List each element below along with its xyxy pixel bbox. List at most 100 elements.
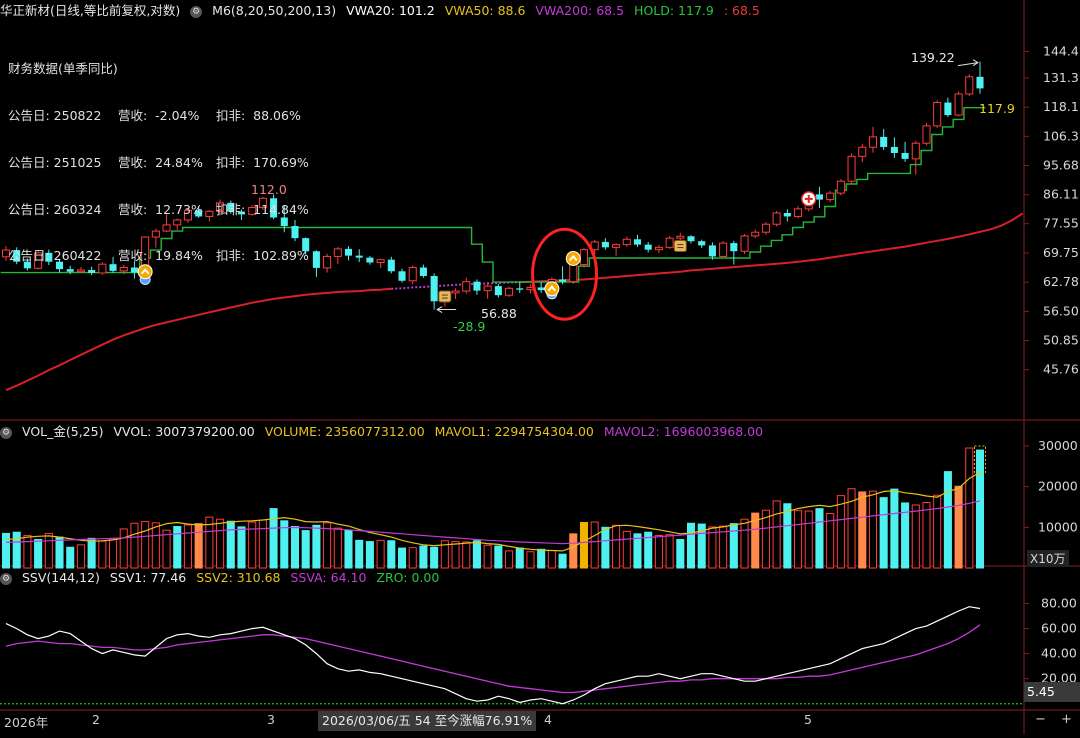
zoom-in-button[interactable]: + — [1061, 712, 1072, 727]
ssv-name[interactable]: SSV(144,12) — [22, 570, 100, 585]
volume-bar — [365, 541, 374, 569]
time-label-year: 2026年 — [4, 715, 49, 730]
zoom-out-button[interactable]: − — [1035, 712, 1046, 727]
candle-body — [911, 142, 920, 160]
vol-name[interactable]: VOL_金(5,25) — [22, 424, 103, 439]
financials-row: 公告日: 260422 营收: 19.84% 扣非: 102.89% — [8, 248, 309, 264]
candle-body — [387, 259, 395, 272]
candle-body — [665, 237, 674, 248]
volume-bar — [505, 550, 514, 569]
volume-bar — [333, 527, 342, 569]
candle-body — [698, 241, 706, 246]
volume-bar — [55, 536, 64, 569]
price-tick-label: 56.50 — [1043, 303, 1079, 318]
candle-body — [880, 136, 888, 147]
volume-bar — [162, 529, 171, 569]
financials-row: 公告日: 251025 营收: 24.84% 扣非: 170.69% — [8, 154, 309, 170]
chart-stage: 144.4 131.3 118.1 106.3 95.68 86.11 77.55 69.75… — [0, 0, 1080, 734]
volume-bar — [579, 521, 589, 569]
volume-value: VOLUME: 2356077312.00 — [264, 424, 425, 439]
volume-bar — [301, 530, 310, 569]
volume-unit: X10万 — [1027, 550, 1069, 567]
volume-bar — [44, 532, 53, 569]
volume-bar — [130, 522, 139, 569]
volume-bar — [151, 522, 160, 569]
ssv-tick-label: 60.00 — [1041, 621, 1077, 636]
volume-bar — [226, 520, 235, 569]
candle-body — [430, 275, 438, 302]
candle-body — [890, 146, 898, 153]
hold-value: HOLD: 117.9 — [634, 3, 714, 18]
volume-bar — [590, 521, 599, 569]
volume-bar — [397, 547, 407, 569]
financials-row: 公告日: 260324 营收: 12.73% 扣非: 114.84% — [8, 201, 309, 217]
volume-bar — [387, 540, 396, 569]
candle-body — [408, 266, 417, 282]
volume-bar — [494, 545, 503, 569]
price-tick-label: 95.68 — [1043, 158, 1079, 173]
price-tick-label: 86.11 — [1043, 187, 1079, 202]
vwa200-value: VWA200: 68.5 — [535, 3, 625, 18]
financials-panel: 财务数据(单季同比) 公告日: 250822 营收: -2.04% 扣非: 88.0… — [8, 30, 309, 280]
settings-icon[interactable]: ⚙ — [190, 5, 203, 18]
price-tick-label: 62.78 — [1043, 274, 1079, 289]
candle-body — [836, 180, 845, 194]
ssv-tick-label: 80.00 — [1041, 596, 1077, 611]
hold-extra: : 68.5 — [723, 3, 760, 18]
volume-bar — [483, 544, 492, 569]
volume-bar — [761, 509, 770, 569]
volume-bar — [911, 504, 920, 569]
candle-body — [815, 194, 823, 200]
volume-bar — [526, 551, 535, 569]
volume-bar — [686, 522, 696, 569]
peak-mid-label: 112.0 — [251, 182, 287, 197]
candle-body — [633, 239, 642, 245]
ssv1-value: SSV1: 77.46 — [109, 570, 187, 585]
buy-arrow-icon — [565, 250, 581, 266]
highlight-circle — [531, 227, 599, 321]
volume-bar — [12, 531, 21, 569]
price-tick-label: 118.1 — [1043, 99, 1079, 114]
volume-bar — [34, 539, 43, 569]
candle-body — [516, 288, 524, 290]
note-icon — [438, 290, 452, 303]
vwa50-value: VWA50: 88.6 — [444, 3, 526, 18]
volume-bar — [975, 449, 985, 569]
volume-bar — [868, 490, 877, 569]
candle-body — [333, 248, 342, 257]
settings-icon[interactable]: ⚙ — [0, 426, 12, 439]
candle-body — [612, 244, 621, 248]
volume-bar — [783, 503, 792, 569]
ssva-line — [5, 624, 981, 694]
volume-bar — [98, 540, 107, 569]
buy-arrow-icon — [544, 281, 560, 297]
ma-label[interactable]: M6(8,20,50,200,13) — [212, 3, 336, 18]
candle-body — [772, 212, 781, 225]
volume-bar — [943, 471, 952, 569]
candle-body — [901, 152, 909, 159]
candle-body — [751, 231, 760, 237]
volume-bar — [194, 523, 203, 569]
volume-bar — [1, 532, 11, 569]
settings-icon[interactable]: ⚙ — [0, 572, 12, 585]
candle-body — [601, 241, 609, 248]
candle-body — [462, 281, 471, 292]
candle-body — [366, 257, 374, 263]
volume-bar — [804, 510, 813, 569]
mavol1-value: MAVOL1: 2294754304.00 — [434, 424, 594, 439]
candle-body — [783, 212, 791, 217]
volume-bar — [879, 497, 888, 569]
candle-body — [794, 208, 803, 217]
volume-bar — [558, 553, 567, 569]
ssv-layer — [0, 606, 1024, 705]
volume-bar — [237, 526, 246, 569]
volume-bar — [547, 550, 556, 569]
candle-body — [494, 286, 502, 296]
financials-title: 财务数据(单季同比) — [8, 61, 118, 77]
volume-bar — [323, 522, 332, 569]
volume-bar — [290, 526, 300, 569]
price-header: 华正新材(日线,等比前复权,对数) ⚙ M6(8,20,50,200,13) V… — [0, 0, 766, 22]
candle-body — [761, 223, 770, 233]
volume-bar — [419, 545, 428, 569]
candle-body — [965, 76, 974, 95]
